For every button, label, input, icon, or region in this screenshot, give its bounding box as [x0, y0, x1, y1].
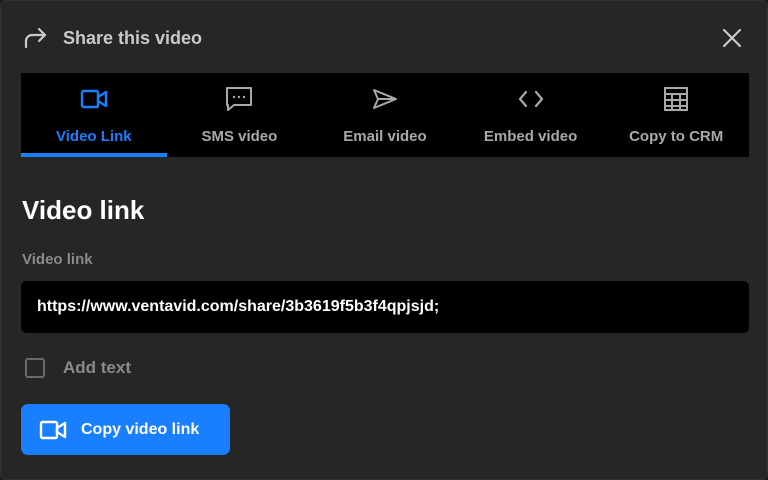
- send-icon: [371, 86, 399, 112]
- tab-label: SMS video: [201, 128, 278, 145]
- add-text-label: Add text: [63, 358, 131, 377]
- tab-copy-to-crm[interactable]: Copy to CRM: [603, 73, 749, 157]
- tab-sms-video[interactable]: SMS video: [167, 73, 313, 157]
- tab-label: Embed video: [483, 128, 578, 145]
- dialog-title: Share this video: [63, 27, 203, 48]
- tab-label: Email video: [343, 128, 427, 145]
- tab-embed-video[interactable]: Embed video: [458, 73, 604, 157]
- video-camera-icon: [80, 86, 108, 112]
- tab-email-video[interactable]: Email video: [312, 73, 458, 157]
- share-tabs: Video Link SMS video Email video Embed v…: [21, 73, 749, 157]
- share-arrow-icon: [23, 25, 49, 51]
- copy-video-link-button[interactable]: Copy video link: [21, 404, 230, 455]
- table-grid-icon: [663, 86, 689, 112]
- code-icon: [517, 86, 545, 112]
- video-link-label: Video link: [22, 251, 93, 268]
- add-text-checkbox[interactable]: [25, 358, 45, 378]
- video-link-value: https://www.ventavid.com/share/3b3619f5b…: [37, 298, 440, 315]
- section-title: Video link: [22, 195, 145, 225]
- tab-label: Copy to CRM: [629, 128, 724, 145]
- tab-label: Video Link: [56, 128, 132, 145]
- chat-bubble-icon: [225, 86, 253, 112]
- add-text-option[interactable]: Add text: [25, 356, 131, 380]
- tab-video-link[interactable]: Video Link: [21, 73, 167, 157]
- video-camera-icon: [39, 419, 67, 441]
- close-button[interactable]: [719, 25, 745, 51]
- video-link-field[interactable]: https://www.ventavid.com/share/3b3619f5b…: [21, 281, 749, 333]
- share-dialog: Share this video Video Link SMS video Em…: [0, 0, 768, 480]
- dialog-header: Share this video: [23, 23, 745, 53]
- copy-button-label: Copy video link: [81, 420, 200, 438]
- close-icon: [722, 28, 742, 48]
